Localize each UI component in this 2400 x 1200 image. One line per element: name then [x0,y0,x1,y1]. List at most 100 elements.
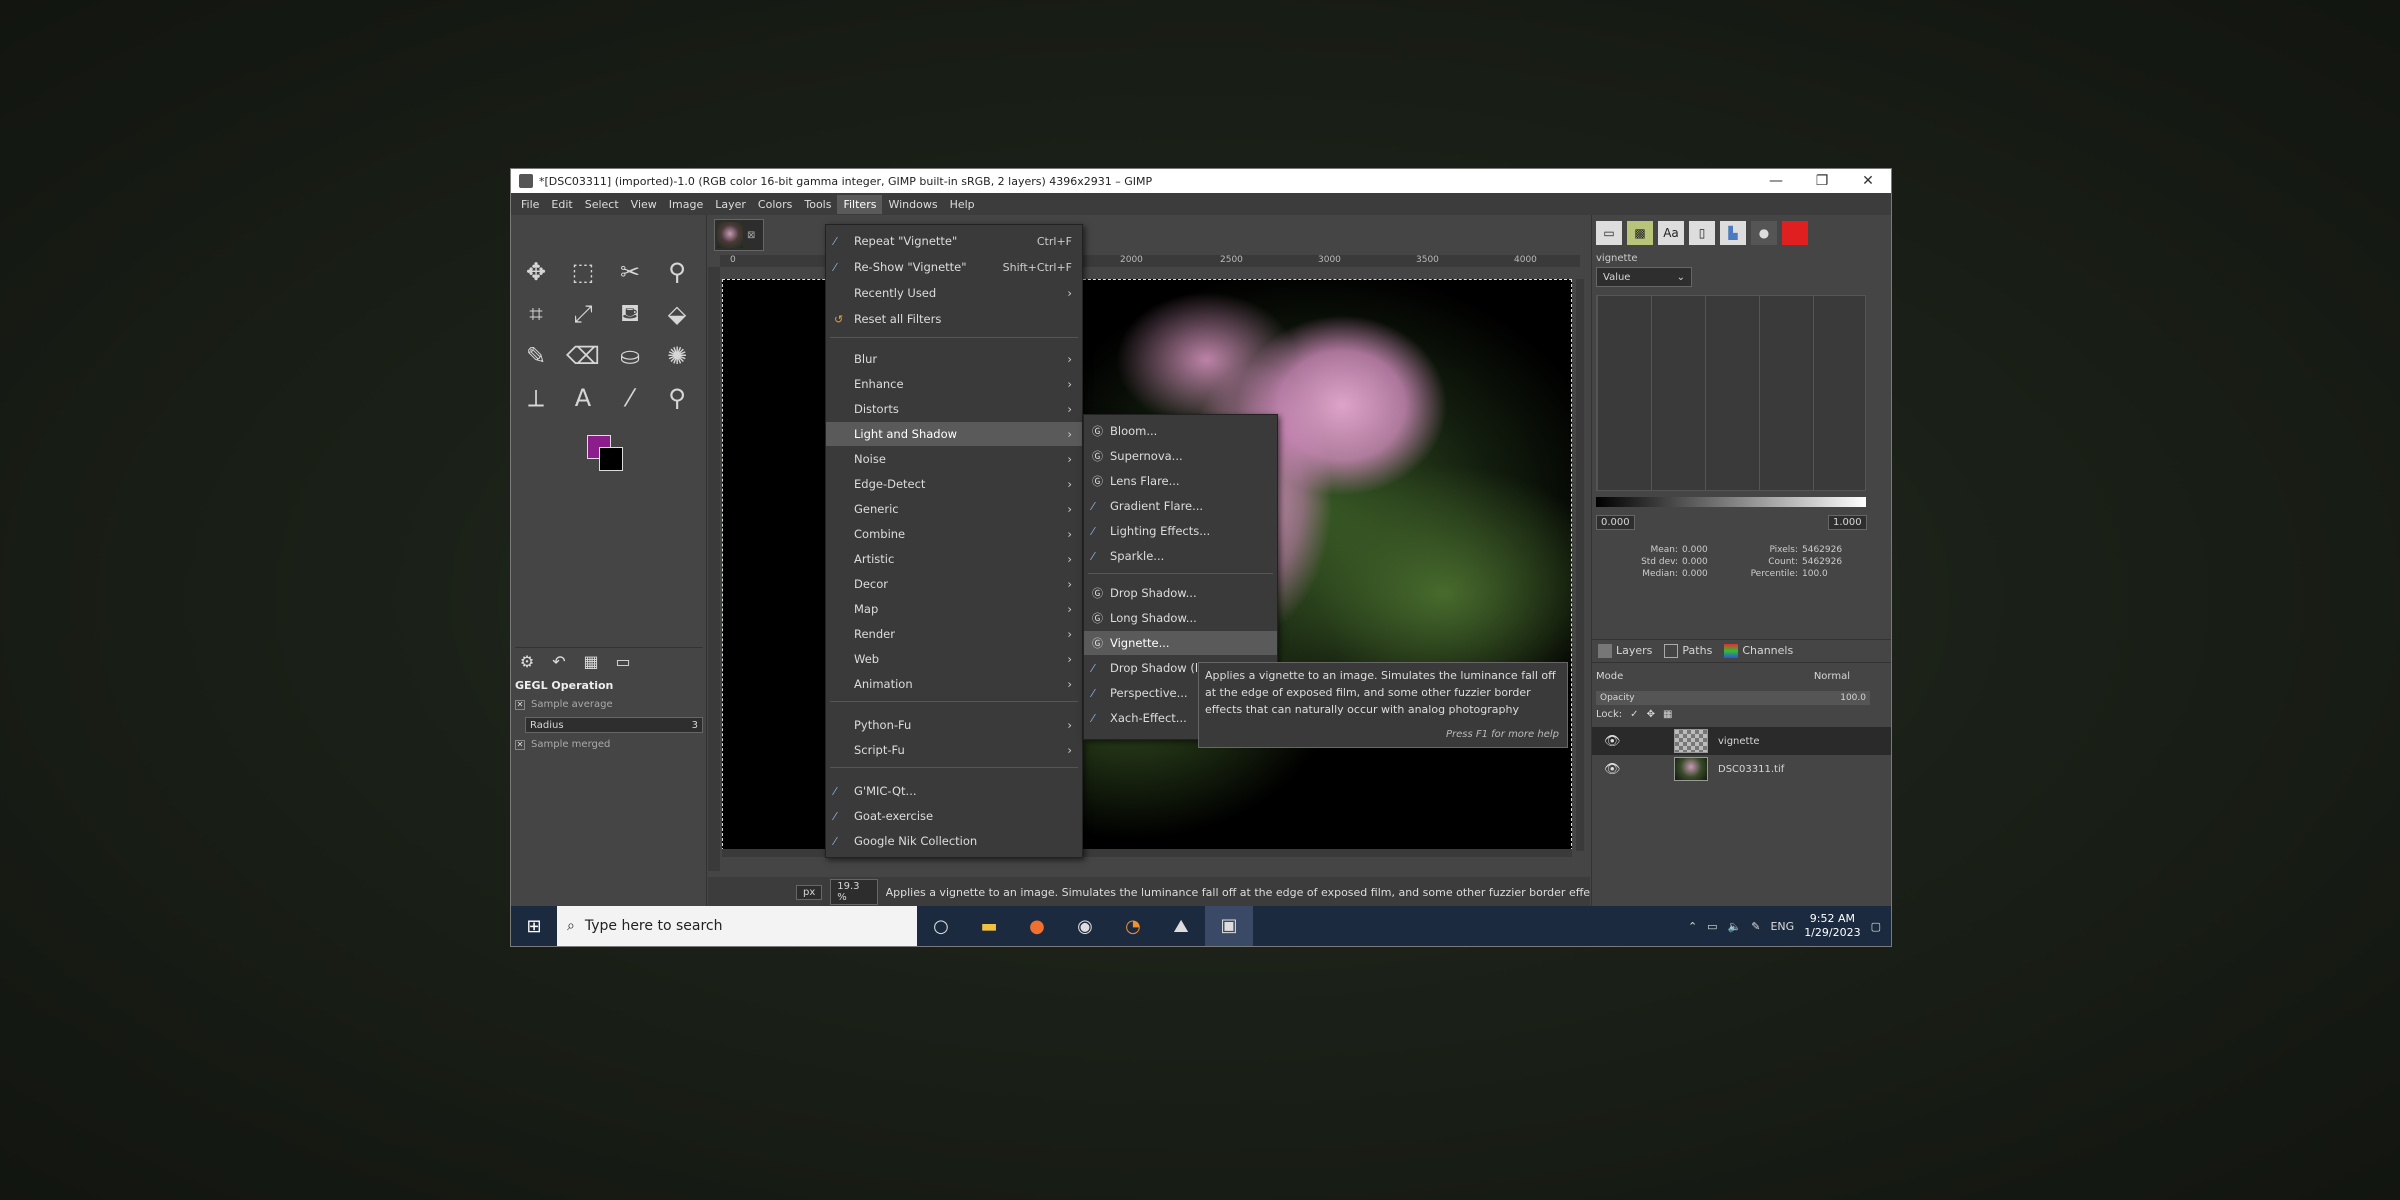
menu-item-blur[interactable]: Blur › [826,347,1082,371]
menu-item-lighting-effects[interactable]: ⁄ Lighting Effects... [1084,519,1277,543]
menu-item-decor[interactable]: Decor › [826,572,1082,596]
menu-item-noise[interactable]: Noise › [826,447,1082,471]
menu-item-google-nik[interactable]: ⁄ Google Nik Collection [826,829,1082,853]
images-icon[interactable]: ▭ [611,651,635,673]
rect-select-icon[interactable]: ⬚ [564,255,602,289]
menu-item-animation[interactable]: Animation › [826,672,1082,696]
vertical-scrollbar[interactable] [1576,279,1584,851]
mode-select[interactable]: Normal [1814,671,1850,682]
crop-icon[interactable]: ⌗ [517,297,555,331]
menu-view[interactable]: View [625,195,663,214]
menu-item-script-fu[interactable]: Script-Fu › [826,738,1082,762]
menu-edit[interactable]: Edit [545,195,578,214]
color-swatches[interactable] [587,435,631,475]
sample-average-option[interactable]: ✕ Sample average [515,699,613,710]
menu-tools[interactable]: Tools [798,195,837,214]
brushes-tab-icon[interactable]: ▭ [1596,221,1622,245]
volume-icon[interactable]: 🔈 [1728,920,1742,933]
menu-item-sparkle[interactable]: ⁄ Sparkle... [1084,544,1277,568]
minimize-button[interactable]: — [1753,173,1799,189]
tray-chevron-icon[interactable]: ⌃ [1688,920,1697,933]
tab-channels[interactable]: Channels [1724,644,1793,658]
menu-item-enhance[interactable]: Enhance › [826,372,1082,396]
menu-item-vignette[interactable]: Ⓖ Vignette... [1084,631,1277,655]
menu-item-recently-used[interactable]: Recently Used › [826,281,1082,305]
transform-icon[interactable]: ⤢ [564,297,602,331]
histogram-tab-icon[interactable]: ▙ [1720,221,1746,245]
menu-item-light-and-shadow[interactable]: Light and Shadow › [826,422,1082,446]
heal-icon[interactable]: ✺ [658,339,696,373]
image-thumbnail[interactable] [717,222,743,248]
menu-item-lens-flare[interactable]: Ⓖ Lens Flare... [1084,469,1277,493]
undo-history-icon[interactable]: ↶ [547,651,571,673]
menu-item-repeat-vignette[interactable]: ⁄ Repeat "Vignette" Ctrl+F [826,229,1082,253]
firefox-icon[interactable]: ● [1013,916,1061,937]
color-tab-icon[interactable] [1782,221,1808,245]
menu-item-render[interactable]: Render › [826,622,1082,646]
menu-image[interactable]: Image [663,195,709,214]
menu-filters[interactable]: Filters [837,194,883,214]
menu-help[interactable]: Help [944,195,981,214]
colors-tab-icon[interactable]: ● [1751,221,1777,245]
menu-layer[interactable]: Layer [709,195,752,214]
menu-select[interactable]: Select [579,195,625,214]
close-image-icon[interactable]: ⊠ [747,230,755,241]
windows-start-icon[interactable]: ⊞ [511,916,557,937]
inkscape-icon[interactable]: ⛰ [1157,916,1205,937]
gimp-taskbar-icon[interactable]: ▣ [1205,906,1253,946]
radius-value[interactable]: 3 [692,720,698,731]
clone-icon[interactable]: ⛀ [611,339,649,373]
notifications-icon[interactable]: ▢ [1871,920,1881,933]
radius-field[interactable]: Radius 3 [525,717,703,733]
file-explorer-icon[interactable]: ▬ [965,916,1013,937]
zoom-select[interactable]: 19.3 % [830,879,878,905]
lock-alpha-icon[interactable]: ▦ [1663,709,1672,720]
cortana-icon[interactable]: ○ [917,916,965,937]
menu-item-gmic-qt[interactable]: ⁄ G'MIC-Qt... [826,779,1082,803]
fuzzy-select-icon[interactable]: ⚲ [658,255,696,289]
layer-row[interactable]: 👁 DSC03311.tif [1592,755,1891,783]
unit-select[interactable]: px [796,884,823,900]
menu-item-gradient-flare[interactable]: ⁄ Gradient Flare... [1084,494,1277,518]
patterns-tab-icon[interactable]: ▩ [1627,221,1653,245]
blender-icon[interactable]: ◔ [1109,916,1157,937]
zoom-icon[interactable]: ⚲ [658,381,696,415]
opacity-slider[interactable]: Opacity 100.0 [1596,691,1870,705]
text-icon[interactable]: A [564,381,602,415]
eye-icon[interactable]: 👁 [1604,762,1624,777]
menu-item-distorts[interactable]: Distorts › [826,397,1082,421]
lock-pixels-icon[interactable]: ✓ [1630,709,1638,720]
move-tool-icon[interactable]: ✥ [517,255,555,289]
warp-icon[interactable]: ⛾ [611,297,649,331]
eye-icon[interactable]: 👁 [1604,734,1624,749]
fonts-tab-icon[interactable]: Aa [1658,221,1684,245]
menu-item-artistic[interactable]: Artistic › [826,547,1082,571]
document-tab-icon[interactable]: ▯ [1689,221,1715,245]
menu-item-generic[interactable]: Generic › [826,497,1082,521]
menu-item-python-fu[interactable]: Python-Fu › [826,713,1082,737]
eraser-icon[interactable]: ⌫ [564,339,602,373]
obs-icon[interactable]: ◉ [1061,916,1109,937]
menu-item-combine[interactable]: Combine › [826,522,1082,546]
close-button[interactable]: ✕ [1845,173,1891,189]
menu-item-long-shadow[interactable]: Ⓖ Long Shadow... [1084,606,1277,630]
menu-file[interactable]: File [515,195,545,214]
menu-item-reshow-vignette[interactable]: ⁄ Re-Show "Vignette" Shift+Ctrl+F [826,255,1082,279]
paths-icon[interactable]: ⟂ [517,381,555,415]
layer-row[interactable]: 👁 vignette [1592,727,1891,755]
lock-position-icon[interactable]: ✥ [1647,709,1655,720]
menu-item-goat-exercise[interactable]: ⁄ Goat-exercise [826,804,1082,828]
fill-icon[interactable]: ⬙ [658,297,696,331]
range-max-field[interactable]: 1.000 [1828,515,1867,530]
range-min-field[interactable]: 0.000 [1596,515,1635,530]
paintbrush-icon[interactable]: ✎ [517,339,555,373]
tool-options-icon[interactable]: ⚙ [515,651,539,673]
menu-item-map[interactable]: Map › [826,597,1082,621]
language-indicator[interactable]: ENG [1770,920,1794,933]
menu-windows[interactable]: Windows [882,195,943,214]
brushes-icon[interactable]: ▦ [579,651,603,673]
menu-item-edge-detect[interactable]: Edge-Detect › [826,472,1082,496]
histogram-channel-select[interactable]: Value ⌄ [1596,267,1692,287]
menu-item-supernova[interactable]: Ⓖ Supernova... [1084,444,1277,468]
tab-paths[interactable]: Paths [1664,644,1712,658]
